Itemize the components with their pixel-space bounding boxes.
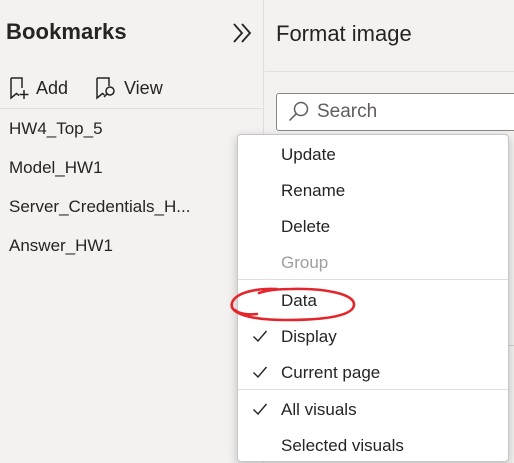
add-bookmark-button[interactable]: Add [8,72,68,104]
menu-item-label: Current page [281,363,381,382]
bookmarks-title: Bookmarks [6,19,127,44]
menu-item-label: Group [281,253,329,272]
menu-item-selected-visuals[interactable]: Selected visuals [238,428,508,463]
bookmarks-toolbar: Add View [0,66,264,109]
checkmark-icon [253,366,268,379]
format-pane-title: Format image [276,21,412,46]
bookmark-item[interactable]: HW4_Top_5 [0,110,264,149]
bookmark-item[interactable]: Server_Credentials_H... [0,188,264,227]
add-bookmark-label: Add [36,77,69,98]
menu-item-label: Display [281,327,337,346]
menu-item-label: Update [281,145,336,164]
format-header: Format image [265,0,514,72]
checkmark-icon [253,403,268,416]
add-bookmark-icon [10,77,29,100]
view-bookmarks-button[interactable]: View [94,72,163,104]
checkmark-icon [253,330,268,343]
bookmark-list: HW4_Top_5 Model_HW1 Server_Credentials_H… [0,110,264,266]
menu-item-update[interactable]: Update [238,137,508,173]
bookmark-item[interactable]: Answer_HW1 [0,227,264,266]
menu-item-label: Data [281,291,317,310]
collapse-pane-button[interactable] [228,20,256,46]
menu-item-display[interactable]: Display [238,319,508,355]
double-chevron-right-icon [233,23,252,43]
search-input[interactable]: Search [276,93,514,131]
menu-item-label: All visuals [281,400,357,419]
menu-separator [238,389,508,390]
view-bookmark-icon [96,77,115,100]
search-placeholder: Search [317,101,378,122]
menu-item-group: Group [238,245,508,281]
menu-item-current-page[interactable]: Current page [238,355,508,391]
menu-item-label: Selected visuals [281,436,404,455]
menu-item-delete[interactable]: Delete [238,209,508,245]
menu-item-data[interactable]: Data [238,283,508,319]
view-bookmarks-label: View [124,77,163,98]
menu-item-label: Rename [281,181,346,200]
bookmarks-pane: Bookmarks Add View HW4_Top_5 Model_HW1 S… [0,0,264,463]
search-icon [288,101,309,122]
bookmark-context-menu: Update Rename Delete Group Data Display … [237,134,509,462]
menu-item-label: Delete [281,217,331,236]
menu-separator [238,279,508,280]
bookmark-item[interactable]: Model_HW1 [0,149,264,188]
bookmarks-header: Bookmarks [0,0,264,66]
menu-item-all-visuals[interactable]: All visuals [238,392,508,428]
menu-item-rename[interactable]: Rename [238,173,508,209]
